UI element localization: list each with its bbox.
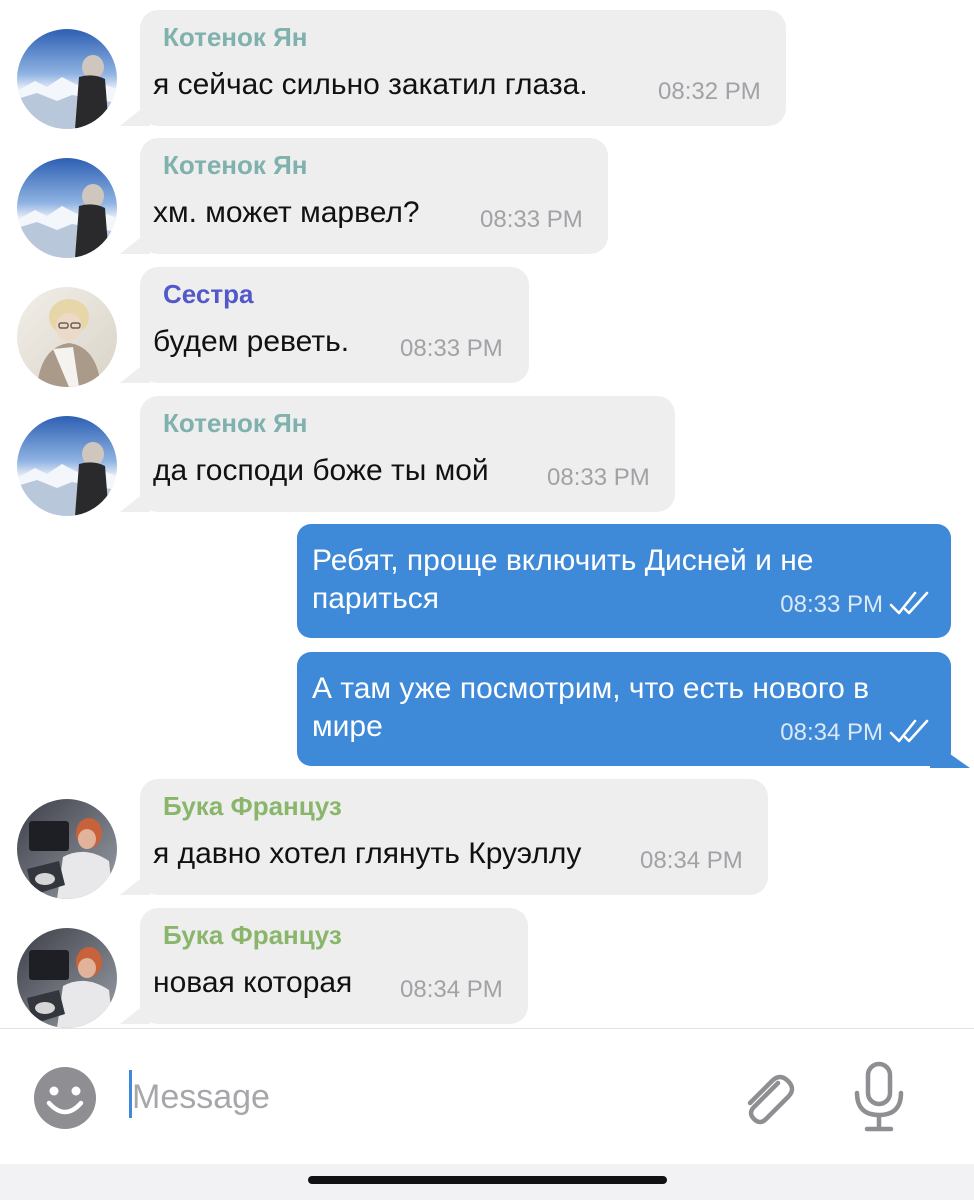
- double-check-icon: [889, 716, 931, 751]
- avatar[interactable]: [17, 799, 117, 899]
- outgoing-message[interactable]: А там уже посмотрим, что есть нового в м…: [297, 652, 951, 766]
- message-time: 08:32 PM: [658, 78, 761, 105]
- microphone-icon[interactable]: [846, 1061, 912, 1135]
- message-text: хм. может марвел?: [153, 196, 420, 229]
- sender-name[interactable]: Котенок Ян: [163, 408, 308, 439]
- home-indicator[interactable]: [308, 1176, 667, 1184]
- double-check-icon: [889, 588, 931, 623]
- system-nav-area: [0, 1164, 974, 1200]
- message-text: новая которая: [153, 966, 353, 999]
- message-time: 08:34 PM: [780, 719, 883, 746]
- message-text: да господи боже ты мой: [153, 454, 489, 487]
- message-bubble[interactable]: Котенок Ян я сейчас сильно закатил глаза…: [140, 10, 786, 126]
- message-time: 08:34 PM: [400, 976, 503, 1003]
- message-text: я сейчас сильно закатил глаза.: [153, 68, 588, 101]
- avatar[interactable]: [17, 29, 117, 129]
- composer-bar: [0, 1028, 974, 1165]
- sender-name[interactable]: Сестра: [163, 279, 253, 310]
- sender-name[interactable]: Котенок Ян: [163, 22, 308, 53]
- message-time: 08:34 PM: [640, 847, 743, 874]
- message-bubble[interactable]: Бука Француз я давно хотел глянуть Круэл…: [140, 779, 768, 895]
- sender-name[interactable]: Бука Француз: [163, 791, 342, 822]
- message-text: будем реветь.: [153, 325, 350, 358]
- avatar[interactable]: [17, 158, 117, 258]
- avatar[interactable]: [17, 416, 117, 516]
- text-cursor: [129, 1070, 132, 1118]
- sender-name[interactable]: Бука Француз: [163, 920, 342, 951]
- message-text: я давно хотел глянуть Круэллу: [153, 837, 582, 870]
- message-time: 08:33 PM: [780, 591, 883, 618]
- message-time: 08:33 PM: [480, 206, 583, 233]
- message-bubble[interactable]: Бука Француз новая которая 08:34 PM: [140, 908, 528, 1024]
- paperclip-icon[interactable]: [734, 1065, 800, 1131]
- message-time: 08:33 PM: [547, 464, 650, 491]
- avatar[interactable]: [17, 928, 117, 1028]
- smile-icon[interactable]: [30, 1063, 100, 1133]
- message-bubble[interactable]: Котенок Ян хм. может марвел? 08:33 PM: [140, 138, 608, 254]
- message-bubble[interactable]: Сестра будем реветь. 08:33 PM: [140, 267, 529, 383]
- outgoing-message[interactable]: Ребят, проще включить Дисней и не парить…: [297, 524, 951, 638]
- message-time: 08:33 PM: [400, 335, 503, 362]
- sender-name[interactable]: Котенок Ян: [163, 150, 308, 181]
- chat-area[interactable]: Котенок Ян я сейчас сильно закатил глаза…: [0, 0, 974, 1028]
- message-input[interactable]: [128, 1069, 692, 1125]
- message-bubble[interactable]: Котенок Ян да господи боже ты мой 08:33 …: [140, 396, 675, 512]
- avatar[interactable]: [17, 287, 117, 387]
